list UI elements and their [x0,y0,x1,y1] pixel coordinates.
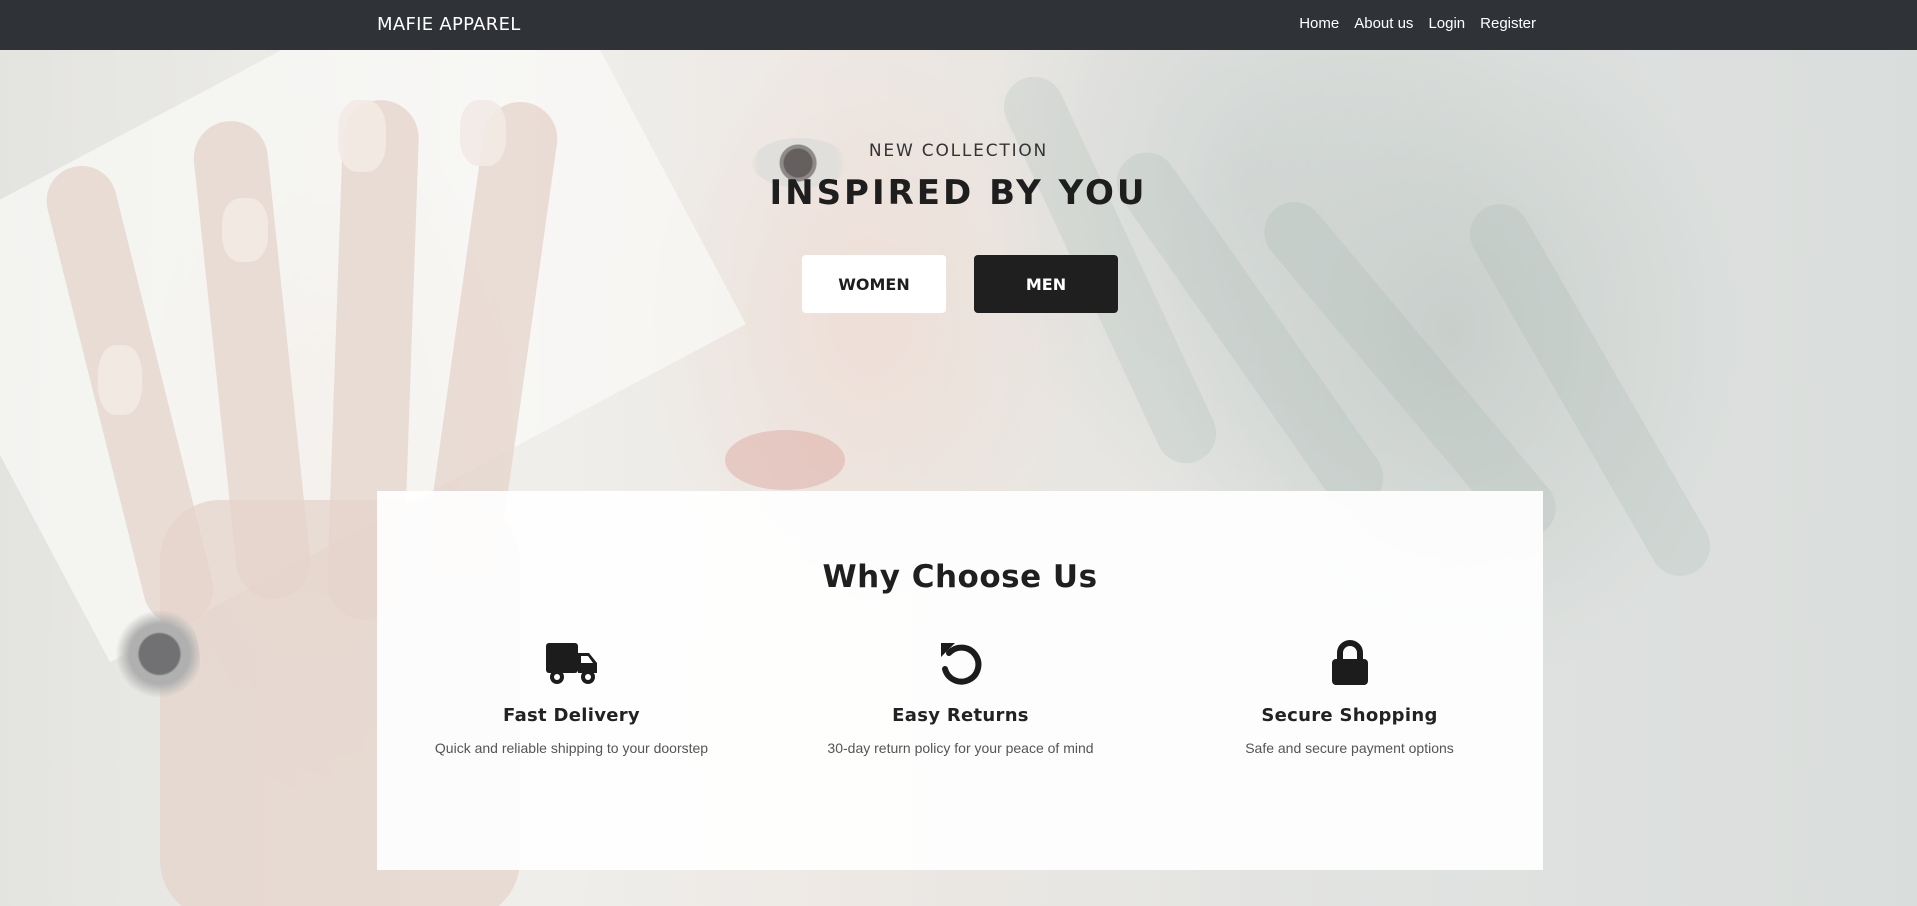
feature-title: Easy Returns [892,705,1029,726]
women-button[interactable]: WOMEN [802,255,946,313]
feature-description: Safe and secure payment options [1245,740,1454,756]
why-choose-us-panel: Why Choose Us Fast Delivery Quick and re… [377,491,1543,870]
nav-links: Home About us Login Register [1299,15,1536,32]
hero-title: INSPIRED BY YOU [769,173,1148,213]
feature-description: Quick and reliable shipping to your door… [434,740,709,756]
truck-icon [545,643,597,684]
feature-description: 30-day return policy for your peace of m… [827,740,1094,756]
top-navbar: MAFIE APPAREL Home About us Login Regist… [0,0,1917,50]
feature-title: Secure Shopping [1261,705,1438,726]
nav-link-login[interactable]: Login [1428,15,1465,32]
brand-logo-text[interactable]: MAFIE APPAREL [377,14,521,35]
undo-icon [940,643,981,685]
hero-subtitle: NEW COLLECTION [868,141,1049,161]
nav-link-about-us[interactable]: About us [1354,15,1413,32]
section-title: Why Choose Us [822,559,1098,595]
nav-link-register[interactable]: Register [1480,15,1536,32]
feature-easy-returns: Easy Returns 30-day return policy for yo… [766,639,1155,756]
lock-icon [1331,640,1368,685]
feature-title: Fast Delivery [503,705,640,726]
feature-secure-shopping: Secure Shopping Safe and secure payment … [1155,639,1544,756]
men-button[interactable]: MEN [974,255,1118,313]
feature-fast-delivery: Fast Delivery Quick and reliable shippin… [377,639,766,756]
nav-link-home[interactable]: Home [1299,15,1339,32]
